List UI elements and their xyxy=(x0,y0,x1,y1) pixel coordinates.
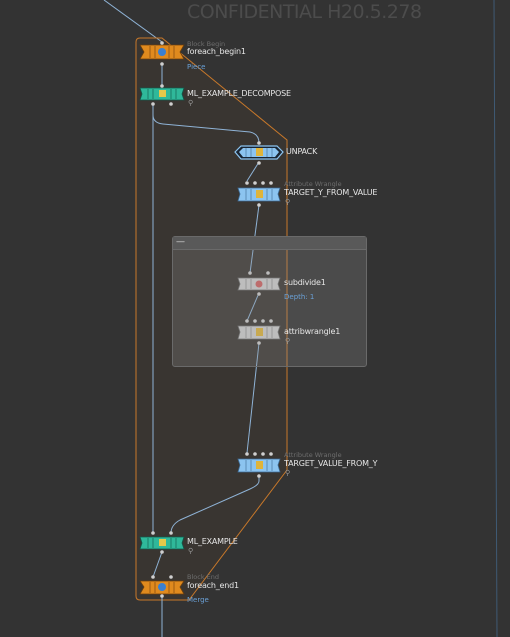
lock-badge-icon: ⚲ xyxy=(285,198,291,206)
ml-example-icon xyxy=(159,539,166,546)
foreach-begin-info: Piece xyxy=(187,63,206,71)
ml-example-icon xyxy=(159,90,166,97)
output-connector-1 xyxy=(151,102,155,106)
wrangle-icon xyxy=(256,190,263,198)
target-y-type: Attribute Wrangle xyxy=(284,180,342,188)
target-value-name[interactable]: TARGET_VALUE_FROM_Y xyxy=(284,459,377,468)
ml-example-name[interactable]: ML_EXAMPLE xyxy=(187,537,238,546)
ml-decompose-name[interactable]: ML_EXAMPLE_DECOMPOSE xyxy=(187,89,291,98)
network-box[interactable]: — xyxy=(172,236,367,367)
target-value-type: Attribute Wrangle xyxy=(284,451,342,459)
output-connector xyxy=(257,203,261,207)
foreach-end-info: Merge xyxy=(187,596,209,604)
attribwrangle-name[interactable]: attribwrangle1 xyxy=(284,327,340,336)
lock-badge-icon: ⚲ xyxy=(285,337,291,345)
output-connector xyxy=(160,594,164,598)
unpack-name[interactable]: UNPACK xyxy=(286,147,317,156)
target-y-name[interactable]: TARGET_Y_FROM_VALUE xyxy=(284,188,377,197)
foreach-begin-name[interactable]: foreach_begin1 xyxy=(187,47,246,56)
output-connector xyxy=(257,474,261,478)
lock-badge-icon: ⚲ xyxy=(285,469,291,477)
foreach-end-name[interactable]: foreach_end1 xyxy=(187,581,239,590)
loop-end-icon xyxy=(158,583,166,591)
subdivide-info: Depth: 1 xyxy=(284,293,315,301)
input-connector xyxy=(160,41,164,45)
collapse-icon[interactable]: — xyxy=(176,237,185,248)
lock-badge-icon: ⚲ xyxy=(188,99,194,107)
network-box-header[interactable]: — xyxy=(173,237,366,250)
output-connector-2 xyxy=(169,102,173,106)
wrangle-icon xyxy=(256,461,263,469)
unpack-icon xyxy=(256,148,263,156)
output-connector xyxy=(257,161,261,165)
loop-begin-icon xyxy=(158,48,166,56)
offscreen-wire xyxy=(493,0,498,637)
input-connector xyxy=(257,141,261,145)
wire-input-foreach-begin xyxy=(103,0,163,43)
subdivide-name[interactable]: subdivide1 xyxy=(284,278,326,287)
foreach-end-type: Block End xyxy=(187,573,219,581)
confidential-watermark: CONFIDENTIAL H20.5.278 xyxy=(187,1,422,23)
output-connector xyxy=(160,62,164,66)
output-connector xyxy=(160,550,164,554)
input-connector xyxy=(160,84,164,88)
lock-badge-icon: ⚲ xyxy=(188,547,194,555)
